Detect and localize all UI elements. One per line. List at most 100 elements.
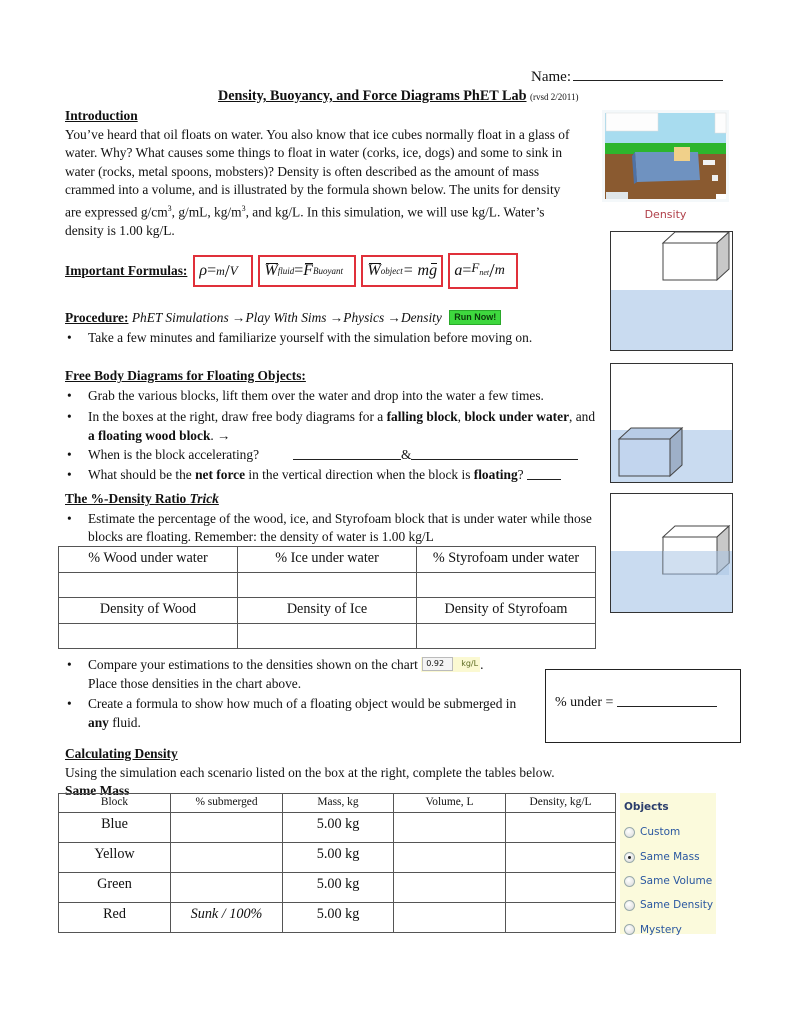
radio-option-same-mass[interactable]: Same Mass <box>624 845 716 869</box>
name-blank[interactable] <box>572 67 723 81</box>
density-cell[interactable] <box>505 872 616 903</box>
acceleration-formula: a = Fnet / m <box>448 253 519 289</box>
sim-preview-image <box>602 110 729 202</box>
table-row: Yellow 5.00 kg <box>58 842 616 873</box>
formulas-label: Important Formulas: <box>65 262 188 278</box>
floating-block-diagram[interactable] <box>610 493 737 613</box>
path-step: PhET Simulations <box>131 310 229 325</box>
density-cell[interactable] <box>505 842 616 873</box>
falling-block-diagram[interactable] <box>610 231 737 351</box>
table-header-cell: Density of Styrofoam <box>416 597 596 624</box>
submerged-cell[interactable] <box>170 842 283 873</box>
text: Compare your estimations to the densitie… <box>88 657 422 672</box>
answer-blank[interactable] <box>526 467 561 480</box>
radio-button-icon[interactable] <box>624 827 635 839</box>
introduction-section: Introduction You’ve heard that oil float… <box>65 107 580 241</box>
equals: = <box>294 261 304 279</box>
table-header-cell: % Styrofoam under water <box>416 546 596 573</box>
page-title: Density, Buoyancy, and Force Diagrams Ph… <box>218 87 578 107</box>
submerged-cell[interactable] <box>170 812 283 843</box>
density-formula: ρ = m / V <box>193 255 254 287</box>
answer-blank[interactable] <box>293 447 402 461</box>
volume-cell[interactable] <box>393 812 506 843</box>
bold-text: net force <box>195 466 246 482</box>
list-item: What should be the net force in the vert… <box>65 466 600 485</box>
density-cell[interactable] <box>505 812 616 843</box>
bold-text: floating <box>473 466 518 482</box>
denominator: m <box>494 262 505 278</box>
radio-option-same-volume[interactable]: Same Volume <box>624 869 716 893</box>
block-cell: Green <box>58 872 171 903</box>
radio-button-selected-icon[interactable] <box>624 851 635 863</box>
volume-cell[interactable] <box>393 842 506 873</box>
denominator: V <box>229 262 238 278</box>
table-row <box>58 622 596 649</box>
fluid-subscript: fluid <box>277 265 295 276</box>
answer-cell[interactable] <box>416 622 596 649</box>
accel-symbol: a <box>454 261 463 279</box>
block-cell: Red <box>58 902 171 933</box>
radio-option-custom[interactable]: Custom <box>624 821 716 845</box>
free-body-list: Grab the various blocks, lift them over … <box>65 387 600 485</box>
intro-text-part: , g/mL, kg/m <box>171 204 242 220</box>
answer-cell[interactable] <box>237 571 417 598</box>
table-row: Green 5.00 kg <box>58 872 616 903</box>
density-ratio-section: The %-Density Ratio Trick Estimate the p… <box>65 490 600 547</box>
density-ratio-heading: The %-Density Ratio Trick <box>65 490 600 509</box>
radio-button-icon[interactable] <box>624 924 635 936</box>
text: ? <box>517 466 524 482</box>
same-mass-table: Block % submerged Mass, kg Volume, L Den… <box>58 793 616 933</box>
text: What should be the <box>88 466 196 482</box>
heading-italic: Trick <box>189 491 219 506</box>
path-step: Density <box>400 310 442 325</box>
answer-cell[interactable] <box>237 622 417 649</box>
introduction-text: You’ve heard that oil floats on water. Y… <box>65 126 580 241</box>
equals: = <box>207 261 217 279</box>
radio-option-mystery[interactable]: Mystery <box>624 918 716 942</box>
bold-text: falling block <box>386 409 458 425</box>
volume-cell[interactable] <box>393 902 506 933</box>
block-under-water-diagram[interactable] <box>610 363 737 483</box>
radio-button-icon[interactable] <box>624 900 635 912</box>
column-header: Block <box>58 793 171 813</box>
column-header: Density, kg/L <box>505 793 616 813</box>
volume-cell[interactable] <box>393 872 506 903</box>
sim-caption: Density <box>644 208 687 221</box>
option-label: Same Mass <box>640 850 700 863</box>
radio-button-icon[interactable] <box>624 875 635 887</box>
free-body-heading: Free Body Diagrams for Floating Objects: <box>65 368 306 383</box>
procedure-list: Take a few minutes and familiarize yours… <box>65 329 595 348</box>
answer-cell[interactable] <box>416 571 596 598</box>
radio-option-same-density[interactable]: Same Density <box>624 893 716 917</box>
table-row: % Wood under water % Ice under water % S… <box>58 546 596 573</box>
ratio-table: % Wood under water % Ice under water % S… <box>58 546 596 649</box>
answer-cell[interactable] <box>58 622 238 649</box>
arrow-icon: → <box>329 310 344 325</box>
numerator: m <box>216 263 225 278</box>
submerged-cell[interactable] <box>170 872 283 903</box>
answer-blank[interactable] <box>411 447 579 461</box>
answer-cell[interactable] <box>58 571 238 598</box>
table-header-cell: % Wood under water <box>58 546 238 573</box>
name-field[interactable]: Name: <box>531 67 723 87</box>
formula-blank[interactable] <box>616 694 717 707</box>
rho-symbol: ρ <box>199 261 208 279</box>
percent-under-box[interactable]: % under = <box>545 669 741 743</box>
run-now-button[interactable]: Run Now! <box>449 310 502 325</box>
text: , and <box>569 409 596 425</box>
object-subscript: object <box>380 265 403 276</box>
list-item: Estimate the percentage of the wood, ice… <box>65 510 600 547</box>
procedure-line: Procedure: PhET Simulations →Play With S… <box>65 309 595 328</box>
table-header-cell: Density of Wood <box>58 597 238 624</box>
important-formulas: Important Formulas: ρ = m / V Wfluid = F Bu… <box>65 252 523 290</box>
option-label: Custom <box>640 826 681 839</box>
revision-note: (rvsd 2/2011) <box>530 92 579 102</box>
density-value: 0.92 <box>422 657 454 671</box>
bold-text: a floating wood block <box>88 427 211 443</box>
density-sim-thumbnail[interactable] <box>602 110 729 202</box>
objects-title: Objects <box>624 801 669 813</box>
fluid-weight-formula: Wfluid = F Buoyant <box>258 255 357 287</box>
table-row: Density of Wood Density of Ice Density o… <box>58 597 596 624</box>
submerged-cell[interactable]: Sunk / 100% <box>170 902 283 933</box>
density-cell[interactable] <box>505 902 616 933</box>
